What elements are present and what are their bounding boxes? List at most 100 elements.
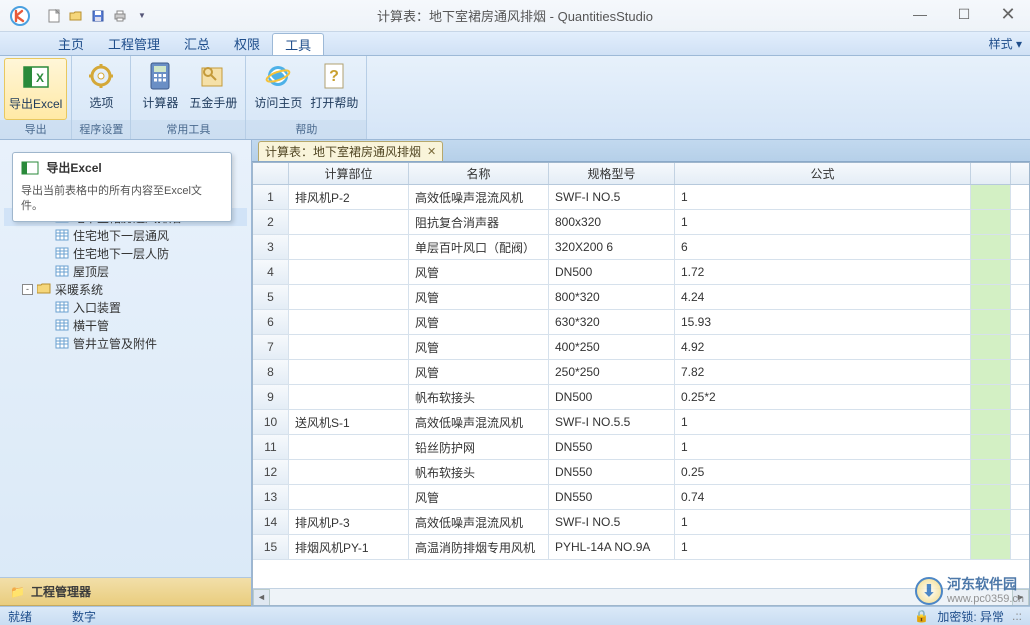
cell[interactable]: 风管 <box>409 360 549 384</box>
row-number[interactable]: 11 <box>253 435 289 459</box>
cell[interactable]: 1 <box>675 510 971 534</box>
cell[interactable]: 风管 <box>409 310 549 334</box>
cell[interactable]: 排风机P-2 <box>289 185 409 209</box>
col-header-3[interactable]: 规格型号 <box>549 163 675 184</box>
cell[interactable] <box>289 360 409 384</box>
cell[interactable] <box>289 260 409 284</box>
tree-item[interactable]: 住宅地下一层人防 <box>4 244 247 262</box>
table-row[interactable]: 9帆布软接头DN5000.25*2 <box>253 385 1029 410</box>
cell[interactable]: DN550 <box>549 485 675 509</box>
cell[interactable] <box>971 310 1011 334</box>
row-number[interactable]: 7 <box>253 335 289 359</box>
cell[interactable]: 1 <box>675 185 971 209</box>
cell[interactable]: DN500 <box>549 385 675 409</box>
cell[interactable] <box>289 210 409 234</box>
cell[interactable] <box>971 485 1011 509</box>
table-row[interactable]: 10送风机S-1高效低噪声混流风机SWF-I NO.5.51 <box>253 410 1029 435</box>
cell[interactable] <box>289 235 409 259</box>
cell[interactable]: 1 <box>675 410 971 434</box>
cell[interactable]: 15.93 <box>675 310 971 334</box>
status-numlock[interactable]: 数字 <box>72 608 96 625</box>
row-number[interactable]: 15 <box>253 535 289 559</box>
menu-summary[interactable]: 汇总 <box>172 32 222 55</box>
col-header-2[interactable]: 名称 <box>409 163 549 184</box>
options-button[interactable]: 选项 <box>76 58 126 120</box>
row-number[interactable]: 2 <box>253 210 289 234</box>
export-excel-button[interactable]: X 导出Excel <box>4 58 67 120</box>
cell[interactable] <box>971 410 1011 434</box>
cell[interactable]: 630*320 <box>549 310 675 334</box>
cell[interactable]: 0.74 <box>675 485 971 509</box>
tab-close-icon[interactable]: ✕ <box>427 145 436 158</box>
cell[interactable]: 0.25 <box>675 460 971 484</box>
cell[interactable] <box>971 285 1011 309</box>
cell[interactable] <box>971 335 1011 359</box>
table-row[interactable]: 8 风管250*2507.82 <box>253 360 1029 385</box>
cell[interactable]: 风管 <box>409 485 549 509</box>
row-number[interactable]: 6 <box>253 310 289 334</box>
col-header-4[interactable]: 公式 <box>675 163 971 184</box>
row-number[interactable]: 13 <box>253 485 289 509</box>
project-manager-button[interactable]: 📁 工程管理器 <box>0 578 251 606</box>
row-number[interactable]: 8 <box>253 360 289 384</box>
table-row[interactable]: 7风管400*2504.92 <box>253 335 1029 360</box>
menu-tools[interactable]: 工具 <box>272 33 324 55</box>
cell[interactable] <box>971 210 1011 234</box>
scroll-right-icon[interactable]: ► <box>1012 589 1029 606</box>
col-header-5[interactable] <box>971 163 1011 184</box>
cell[interactable] <box>289 285 409 309</box>
cell[interactable]: PYHL-14A NO.9A <box>549 535 675 559</box>
cell[interactable] <box>971 385 1011 409</box>
calculator-button[interactable]: 计算器 <box>135 58 185 120</box>
tree-item[interactable]: 屋顶层 <box>4 262 247 280</box>
table-row[interactable]: 14排风机P-3高效低噪声混流风机SWF-I NO.51 <box>253 510 1029 535</box>
qat-save-icon[interactable] <box>88 6 108 26</box>
tree-toggle-icon[interactable]: - <box>22 284 33 295</box>
status-ready[interactable]: 就绪 <box>8 608 32 625</box>
cell[interactable]: SWF-I NO.5 <box>549 185 675 209</box>
cell[interactable] <box>289 460 409 484</box>
row-number[interactable]: 4 <box>253 260 289 284</box>
qat-new-icon[interactable] <box>44 6 64 26</box>
cell[interactable]: 800x320 <box>549 210 675 234</box>
table-row[interactable]: 13 风管DN5500.74 <box>253 485 1029 510</box>
cell[interactable] <box>971 360 1011 384</box>
menu-permission[interactable]: 权限 <box>222 32 272 55</box>
row-number[interactable]: 14 <box>253 510 289 534</box>
cell[interactable]: 7.82 <box>675 360 971 384</box>
cell[interactable] <box>971 260 1011 284</box>
maximize-button[interactable]: ☐ <box>942 0 986 28</box>
table-row[interactable]: 4风管DN5001.72 <box>253 260 1029 285</box>
cell[interactable] <box>971 185 1011 209</box>
cell[interactable]: 6 <box>675 235 971 259</box>
cell[interactable]: DN550 <box>549 435 675 459</box>
minimize-button[interactable]: — <box>898 0 942 28</box>
tree-item[interactable]: 横干管 <box>4 316 247 334</box>
cell[interactable]: 排烟风机PY-1 <box>289 535 409 559</box>
hardware-manual-button[interactable]: 五金手册 <box>185 58 241 120</box>
cell[interactable]: 250*250 <box>549 360 675 384</box>
cell[interactable]: 4.92 <box>675 335 971 359</box>
tree-item[interactable]: 住宅地下一层通风 <box>4 226 247 244</box>
cell[interactable]: 高效低噪声混流风机 <box>409 510 549 534</box>
cell[interactable]: DN500 <box>549 260 675 284</box>
cell[interactable]: 单层百叶风口（配阀） <box>409 235 549 259</box>
scroll-left-icon[interactable]: ◄ <box>253 589 270 606</box>
cell[interactable]: DN550 <box>549 460 675 484</box>
cell[interactable]: 320X200 6 <box>549 235 675 259</box>
table-row[interactable]: 5风管800*3204.24 <box>253 285 1029 310</box>
table-row[interactable]: 15排烟风机PY-1高温消防排烟专用风机PYHL-14A NO.9A1 <box>253 535 1029 560</box>
grid-corner[interactable] <box>253 163 289 184</box>
cell[interactable]: 4.24 <box>675 285 971 309</box>
cell[interactable] <box>971 510 1011 534</box>
col-header-1[interactable]: 计算部位 <box>289 163 409 184</box>
cell[interactable] <box>289 335 409 359</box>
menu-project[interactable]: 工程管理 <box>96 32 172 55</box>
cell[interactable]: 阻抗复合消声器 <box>409 210 549 234</box>
cell[interactable] <box>289 310 409 334</box>
cell[interactable]: 高效低噪声混流风机 <box>409 185 549 209</box>
cell[interactable] <box>971 460 1011 484</box>
cell[interactable]: 铅丝防护网 <box>409 435 549 459</box>
cell[interactable]: 风管 <box>409 335 549 359</box>
cell[interactable]: 1 <box>675 210 971 234</box>
